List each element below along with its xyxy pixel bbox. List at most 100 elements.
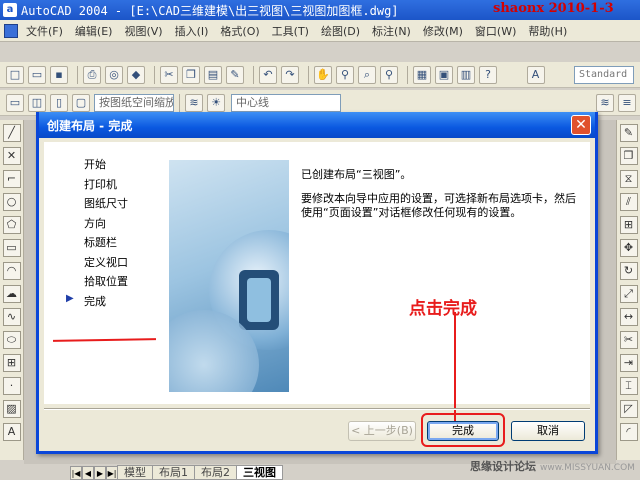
- trim-icon[interactable]: ✂: [619, 331, 638, 349]
- publish-icon[interactable]: ◆: [127, 65, 145, 84]
- tab-layout1[interactable]: 布局1: [152, 465, 195, 480]
- watermark-author: shaonx 2010-1-3: [493, 1, 614, 16]
- dialog-title-bar[interactable]: 创建布局 - 完成 ✕: [39, 112, 595, 138]
- array-icon[interactable]: ⊞: [619, 216, 638, 234]
- stretch-icon[interactable]: ↔: [619, 308, 638, 326]
- layer-previous-icon[interactable]: ≡: [618, 93, 636, 112]
- wizard-step: 拾取位置: [84, 275, 128, 288]
- message-instructions: 要修改本向导中应用的设置，可选择新布局选项卡，然后使用“页面设置”对话框修改任何…: [301, 192, 576, 219]
- polygon-icon[interactable]: ⬠: [2, 216, 21, 234]
- extend-icon[interactable]: ⇥: [619, 354, 638, 372]
- viewport-icon[interactable]: ▭: [6, 93, 24, 112]
- toolbar-divider: [179, 93, 180, 112]
- layer-combo[interactable]: 中心线: [231, 93, 341, 112]
- tab-model[interactable]: 模型: [117, 465, 153, 480]
- zoom-realtime-icon[interactable]: ⚲: [336, 65, 354, 84]
- arc-icon[interactable]: ◠: [2, 262, 21, 280]
- layer-states-icon[interactable]: ≋: [596, 93, 614, 112]
- menu-tools[interactable]: 工具(T): [268, 23, 313, 39]
- tab-layout2[interactable]: 布局2: [194, 465, 237, 480]
- menu-edit[interactable]: 编辑(E): [71, 23, 117, 39]
- menu-draw[interactable]: 绘图(D): [317, 23, 364, 39]
- insert-block-icon[interactable]: ⊞: [2, 354, 21, 372]
- rectangle-icon[interactable]: ▭: [2, 239, 21, 257]
- new-icon[interactable]: □: [6, 65, 24, 84]
- layout-tab-bar: |◀ ◀ ▶ ▶| 模型 布局1 布局2 三视图: [70, 464, 283, 480]
- tab-next-arrow-icon[interactable]: ▶: [94, 466, 106, 480]
- tab-first-arrow-icon[interactable]: |◀: [70, 466, 82, 480]
- menu-view[interactable]: 视图(V): [120, 23, 166, 39]
- rotate-icon[interactable]: ↻: [619, 262, 638, 280]
- autocad-app-icon[interactable]: a: [3, 3, 17, 17]
- save-icon[interactable]: ▪: [50, 65, 68, 84]
- text-icon[interactable]: A: [2, 423, 21, 441]
- draw-toolbar: ╱ ✕ ⌐ ○ ⬠ ▭ ◠ ☁ ∿ ⬭ ⊞ · ▨ A: [0, 120, 24, 460]
- tab-prev-arrow-icon[interactable]: ◀: [82, 466, 94, 480]
- undo-icon[interactable]: ↶: [259, 65, 277, 84]
- current-step-arrow-icon: ▶: [66, 292, 74, 304]
- menu-dimension[interactable]: 标注(N): [368, 23, 415, 39]
- menu-help[interactable]: 帮助(H): [524, 23, 571, 39]
- text-style-combo[interactable]: Standard: [574, 65, 634, 84]
- toolpalette-icon[interactable]: ▥: [457, 65, 475, 84]
- pan-icon[interactable]: ✋: [314, 65, 332, 84]
- copy-icon[interactable]: ❐: [182, 65, 200, 84]
- fillet-icon[interactable]: ◜: [619, 423, 638, 441]
- close-icon[interactable]: ✕: [571, 115, 591, 135]
- wizard-step: 标题栏: [84, 236, 117, 249]
- viewport-clip-icon[interactable]: ◫: [28, 93, 46, 112]
- layer-manager-icon[interactable]: ≋: [185, 93, 203, 112]
- hatch-icon[interactable]: ▨: [2, 400, 21, 418]
- zoom-window-icon[interactable]: ⌕: [358, 65, 376, 84]
- chamfer-icon[interactable]: ◸: [619, 400, 638, 418]
- line-icon[interactable]: ╱: [2, 124, 21, 142]
- ellipse-icon[interactable]: ⬭: [2, 331, 21, 349]
- layer-on-icon[interactable]: ☀: [207, 93, 225, 112]
- break-icon[interactable]: ⌶: [619, 377, 638, 395]
- matchprop-icon[interactable]: ✎: [226, 65, 244, 84]
- autocad-window: a AutoCAD 2004 - [E:\CAD三维建模\出三视图\三视图加图框…: [0, 0, 640, 480]
- erase-icon[interactable]: ✎: [619, 124, 638, 142]
- move-icon[interactable]: ✥: [619, 239, 638, 257]
- paste-icon[interactable]: ▤: [204, 65, 222, 84]
- redo-icon[interactable]: ↷: [281, 65, 299, 84]
- window-title: AutoCAD 2004 - [E:\CAD三维建模\出三视图\三视图加图框.d…: [21, 3, 399, 18]
- revcloud-icon[interactable]: ☁: [2, 285, 21, 303]
- menu-file[interactable]: 文件(F): [22, 23, 67, 39]
- designcenter-icon[interactable]: ▣: [435, 65, 453, 84]
- viewport-poly-icon[interactable]: ▢: [72, 93, 90, 112]
- modify-toolbar: ✎ ❐ ⧖ ⫽ ⊞ ✥ ↻ ⤢ ↔ ✂ ⇥ ⌶ ◸ ◜: [616, 120, 640, 460]
- help-icon[interactable]: ?: [479, 65, 497, 84]
- cut-icon[interactable]: ✂: [160, 65, 178, 84]
- scale-icon[interactable]: ⤢: [619, 285, 638, 303]
- document-icon[interactable]: [4, 23, 18, 38]
- back-button[interactable]: < 上一步(B): [348, 421, 416, 441]
- mirror-icon[interactable]: ⧖: [619, 170, 638, 188]
- preview-icon[interactable]: ◎: [105, 65, 123, 84]
- menu-modify[interactable]: 修改(M): [419, 23, 467, 39]
- wizard-step: 定义视口: [84, 255, 128, 269]
- spline-icon[interactable]: ∿: [2, 308, 21, 326]
- viewport-scale-combo[interactable]: 按图纸空间缩放: [94, 93, 174, 112]
- text-style-icon[interactable]: A: [526, 65, 545, 84]
- copy-object-icon[interactable]: ❐: [619, 147, 638, 165]
- standard-toolbar: □ ▭ ▪ ⎙ ◎ ◆ ✂ ❐ ▤ ✎ ↶ ↷ ✋ ⚲ ⌕ ⚲ ▦ ▣ ▥ ? …: [0, 62, 640, 88]
- wizard-step: 打印机: [84, 177, 117, 191]
- xline-icon[interactable]: ✕: [2, 147, 21, 165]
- offset-icon[interactable]: ⫽: [619, 193, 638, 211]
- polyline-icon[interactable]: ⌐: [2, 170, 21, 188]
- cancel-button[interactable]: 取消: [511, 421, 585, 441]
- menu-window[interactable]: 窗口(W): [471, 23, 520, 39]
- circle-icon[interactable]: ○: [2, 193, 21, 211]
- point-icon[interactable]: ·: [2, 377, 21, 395]
- zoom-previous-icon[interactable]: ⚲: [380, 65, 398, 84]
- menu-format[interactable]: 格式(O): [216, 23, 263, 39]
- annotation-click-finish: 点击完成: [409, 299, 477, 319]
- open-icon[interactable]: ▭: [28, 65, 46, 84]
- finish-button[interactable]: 完成: [427, 421, 499, 441]
- viewport-single-icon[interactable]: ▯: [50, 93, 68, 112]
- print-icon[interactable]: ⎙: [83, 65, 101, 84]
- properties-icon[interactable]: ▦: [413, 65, 431, 84]
- tab-three-views[interactable]: 三视图: [236, 465, 283, 480]
- menu-insert[interactable]: 插入(I): [171, 23, 213, 39]
